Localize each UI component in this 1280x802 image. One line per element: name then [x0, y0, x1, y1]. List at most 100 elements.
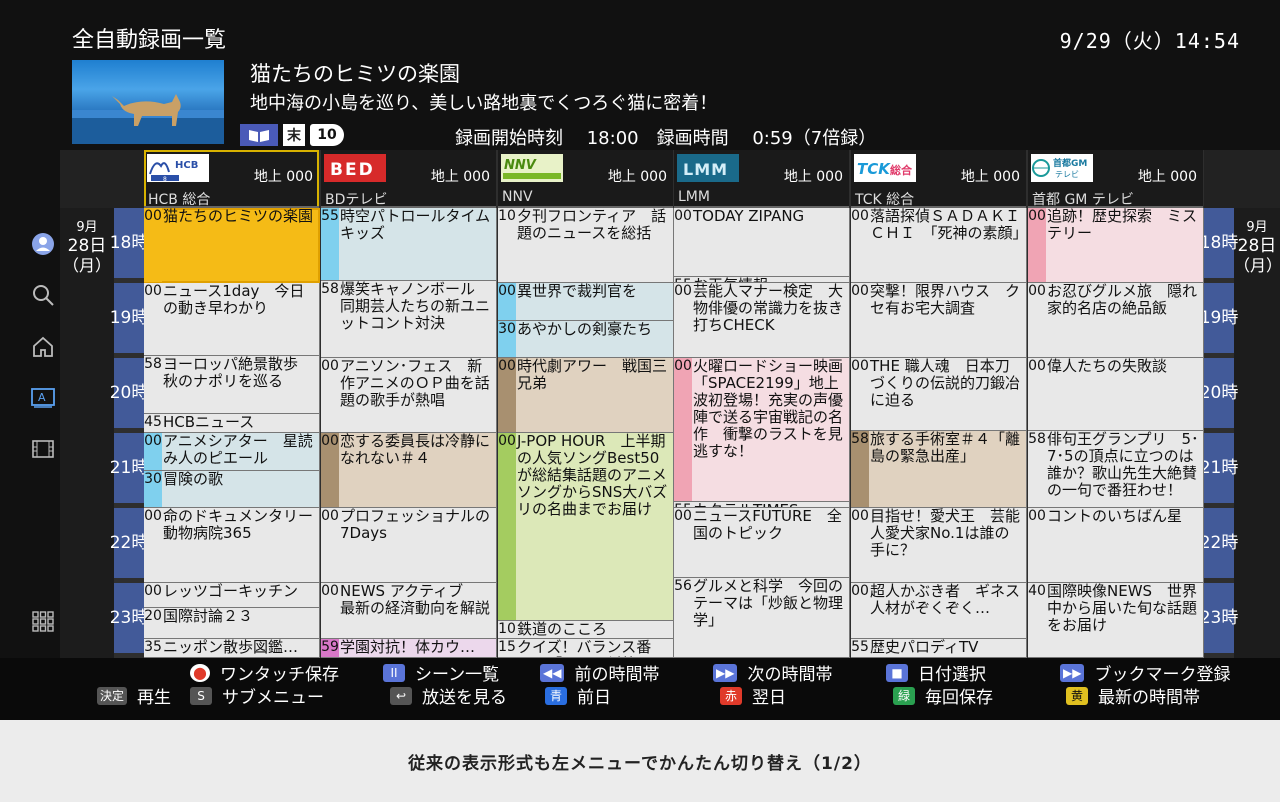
genre-stripe	[498, 433, 516, 620]
program-cell[interactable]: 00 追跡！歴史探索 ミステリー	[1028, 208, 1204, 283]
film-icon[interactable]	[30, 436, 56, 462]
program-cell[interactable]: 00 偉人たちの失敗談	[1028, 358, 1204, 431]
program-cell[interactable]: 30 冒険の歌	[144, 470, 320, 508]
program-cell[interactable]: 00 ニュース1day 今日の動き早わかり	[144, 283, 320, 356]
program-cell[interactable]: 00 レッツゴーキッチン	[144, 583, 320, 608]
logo-text: 8	[163, 176, 167, 182]
program-start-minute: 30	[144, 470, 162, 487]
program-cell[interactable]: 45 HCBニュース	[144, 414, 320, 433]
footer-prev-day[interactable]: 青前日	[545, 683, 611, 708]
program-start-minute: 58	[851, 430, 869, 447]
footer-scene-list[interactable]: II シーン一覧	[383, 660, 499, 685]
program-cell[interactable]: 00 プロフェッショナルの7Days	[321, 508, 497, 583]
date-dow: （月）	[62, 256, 111, 275]
program-cell[interactable]: 00 超人かぶき者 ギネス人材がぞくぞく…	[851, 583, 1027, 640]
program-start-minute: 00	[321, 583, 339, 599]
channel-header-2[interactable]: NNV 地上 000 NNV	[498, 150, 673, 208]
channel-header-1[interactable]: BED 地上 000 BDテレビ	[321, 150, 496, 208]
footer-date-select[interactable]: ■ 日付選択	[886, 660, 986, 685]
play-key-icon: 決定	[97, 686, 128, 705]
program-title: THE 職人魂 日本刀づくりの伝説的刀鍛冶に迫る	[870, 358, 1021, 409]
program-start-minute: 00	[674, 208, 692, 224]
program-title: アニソン･フェス 新作アニメのＯＰ曲を話題の歌手が熱唱	[340, 358, 490, 409]
channel-header-0[interactable]: HCB 8 地上 000 HCB 総合	[144, 150, 319, 208]
home-icon[interactable]	[30, 334, 56, 360]
program-cell[interactable]: 30 あやかしの剣豪たち	[498, 320, 674, 358]
program-start-minute: 00	[144, 208, 162, 224]
program-cell[interactable]: 00 時代劇アワー 戦国三兄弟	[498, 358, 674, 433]
footer-prev-slot[interactable]: ◀◀ 前の時間帯	[540, 660, 659, 685]
program-cell[interactable]: 00 猫たちのヒミツの楽園	[144, 208, 320, 283]
program-title: コントのいちばん星	[1047, 508, 1183, 525]
program-start-minute: 00	[851, 208, 869, 224]
date-day: 28日	[1237, 236, 1277, 256]
program-cell[interactable]: 10 鉄道のこころ	[498, 620, 674, 640]
footer-one-touch-save[interactable]: ● ワンタッチ保存	[190, 660, 339, 685]
program-start-minute: 45	[144, 414, 162, 431]
footer-submenu[interactable]: S サブメニュー	[190, 683, 324, 708]
program-cell[interactable]: 00 コントのいちばん星	[1028, 508, 1204, 583]
program-cell[interactable]: 15クイズ！バランス番長！「ドラマ対抗…	[498, 639, 674, 658]
footer-latest-slot[interactable]: 黄最新の時間帯	[1066, 683, 1200, 708]
footer-next-day[interactable]: 赤翌日	[720, 683, 786, 708]
program-cell[interactable]: 00 恋する委員長は冷静になれない＃４	[321, 433, 497, 508]
program-cell[interactable]: 00 お忍びグルメ旅 隠れ家的名店の絶品飯	[1028, 283, 1204, 358]
footer-play[interactable]: 決定 再生	[97, 683, 171, 708]
auto-record-list-icon[interactable]: A	[30, 384, 56, 410]
program-cell[interactable]: 00 落語探偵ＳＡＤＡＫＩＣＨＩ 「死神の素顔」	[851, 208, 1027, 283]
program-cell[interactable]: 00 目指せ！愛犬王 芸能人愛犬家No.1は誰の手に？	[851, 508, 1027, 583]
scene-list-label: シーン一覧	[415, 665, 500, 685]
program-thumbnail	[72, 60, 224, 144]
program-cell[interactable]: 58 爆笑キャノンボール 同期芸人たちの新ユニットコント対決	[321, 280, 497, 358]
program-cell[interactable]: 00 THE 職人魂 日本刀づくりの伝説的刀鍛冶に迫る	[851, 358, 1027, 431]
program-cell[interactable]: 00 芸能人マナー検定 大物俳優の常識力を抜き打ちCHECK	[674, 283, 850, 358]
submenu-label: サブメニュー	[222, 688, 324, 708]
program-cell[interactable]: 00 J-POP HOUR 上半期の人気ソングBest50が総結集話題のアニメソン…	[498, 433, 674, 621]
footer-watch-broadcast[interactable]: ↩ 放送を見る	[390, 683, 507, 708]
program-title: 冒険の歌	[163, 470, 224, 488]
program-cell[interactable]: 35 ニッポン散歩図鑑…	[144, 639, 320, 658]
program-title: 追跡！歴史探索 ミステリー	[1047, 208, 1198, 242]
cat-thumbnail-image	[72, 94, 224, 144]
footer-series-save[interactable]: 緑毎回保存	[893, 683, 993, 708]
channel-header-4[interactable]: TCK 総合 地上 000 TCK 総合	[851, 150, 1026, 208]
channel-logo-icon: LMM	[677, 154, 739, 182]
program-cell[interactable]: 58 旅する手術室＃４「離島の緊急出産」	[851, 430, 1027, 508]
channel-header-3[interactable]: LMM 地上 000 LMM	[674, 150, 849, 208]
channel-logo-icon: NNV	[501, 154, 563, 182]
hour-number: 22	[109, 533, 132, 553]
grid-menu-icon[interactable]	[30, 608, 56, 634]
program-cell[interactable]: 00 NEWS アクティブ 最新の経済動向を解説	[321, 583, 497, 640]
program-cell[interactable]: 20 国際討論２３	[144, 608, 320, 640]
program-cell[interactable]: 55 時空パトロールタイムキッズ	[321, 208, 497, 281]
program-start-minute: 30	[498, 320, 516, 337]
user-icon[interactable]	[30, 231, 56, 257]
date-month: 9月	[1246, 220, 1268, 235]
program-cell[interactable]: 00 ニュースFUTURE 全国のトピック	[674, 508, 850, 578]
screen-title: 全自動録画一覧	[72, 28, 227, 53]
program-cell[interactable]: 00 アニメシアター 星読み人のピエール	[144, 433, 320, 471]
hour-label: 20 時	[110, 358, 148, 433]
program-cell[interactable]: 00 火曜ロードショー映画「SPACE2199」地上波初登場！充実の声優陣で送る宇…	[674, 358, 850, 502]
program-cell[interactable]: 55 歴史パロディTV	[851, 639, 1027, 658]
program-cell[interactable]: 10 夕刊フロンティア 話題のニュースを総括	[498, 208, 674, 283]
program-cell[interactable]: 56 グルメと科学 今回のテーマは「炒飯と物理学」	[674, 578, 850, 658]
program-start-minute: 56	[674, 578, 692, 594]
channel-header-5[interactable]: 首都GM テレビ 地上 000 首都 GM テレビ	[1028, 150, 1203, 208]
program-cell[interactable]: 58 俳句王グランプリ 5･7･5の頂点に立つのは誰か？歌山先生大絶賛の一句で番狂…	[1028, 430, 1204, 508]
program-cell[interactable]: 00 異世界で裁判官を	[498, 283, 674, 321]
program-cell[interactable]: 58 ヨーロッパ絶景散歩 秋のナポリを巡る	[144, 355, 320, 415]
program-cell[interactable]: 00 突撃！限界ハウス クセ有お宅大調査	[851, 283, 1027, 358]
program-title: 異世界で裁判官を	[517, 283, 638, 300]
footer-bookmark[interactable]: ▶▶ ブックマーク登録	[1060, 660, 1230, 685]
program-cell[interactable]: 00 アニソン･フェス 新作アニメのＯＰ曲を話題の歌手が熱唱	[321, 358, 497, 433]
program-cell[interactable]: 40 国際映像NEWS 世界中から届いた旬な話題をお届け	[1028, 583, 1204, 658]
program-cell[interactable]: 00 TODAY ZIPANG	[674, 208, 850, 277]
footer-next-slot[interactable]: ▶▶ 次の時間帯	[713, 660, 832, 685]
search-icon[interactable]	[30, 282, 56, 308]
program-cell[interactable]: 59 学園対抗！体カウ…	[321, 639, 497, 658]
program-start-minute: 00	[851, 358, 869, 374]
program-title: 偉人たちの失敗談	[1047, 358, 1168, 375]
program-start-minute: 58	[144, 355, 162, 372]
program-cell[interactable]: 00 命のドキュメンタリー動物病院365	[144, 508, 320, 583]
